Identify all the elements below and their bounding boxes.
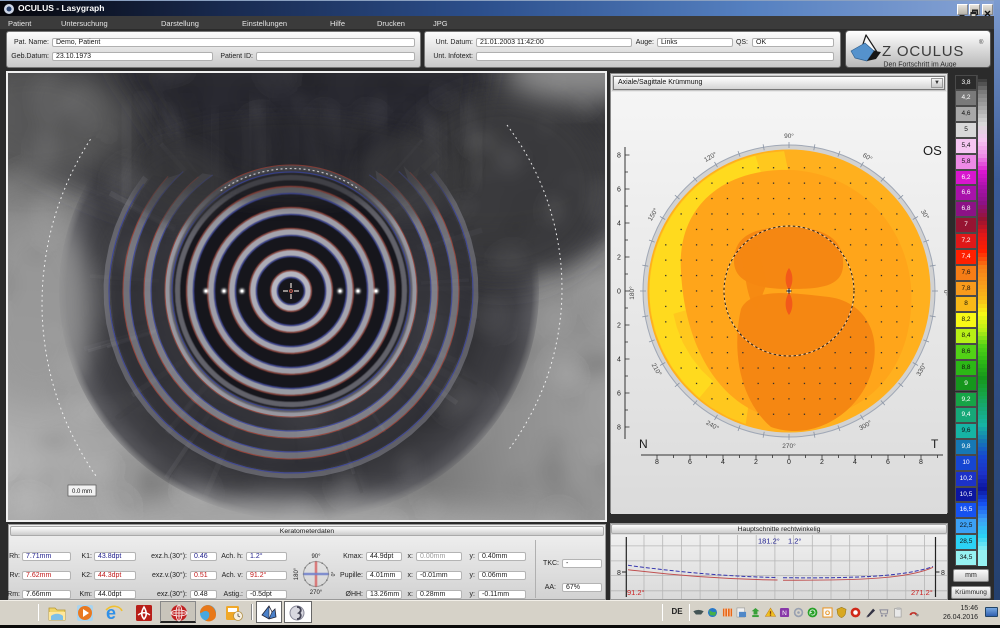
svg-text:2: 2 (617, 323, 621, 330)
svg-text:6: 6 (617, 391, 621, 398)
svg-text:O: O (825, 610, 830, 617)
svg-text:2: 2 (617, 255, 621, 262)
svg-text:0.0 mm: 0.0 mm (72, 489, 92, 495)
svg-text:8: 8 (941, 570, 945, 577)
svg-text:8: 8 (655, 459, 659, 466)
svg-text:8: 8 (617, 570, 621, 577)
svg-text:Z OCULUS: Z OCULUS (882, 43, 964, 60)
svg-text:6: 6 (886, 459, 890, 466)
svg-text:OS: OS (923, 143, 942, 158)
svg-text:8: 8 (919, 459, 923, 466)
svg-text:181.2°: 181.2° (758, 537, 780, 546)
svg-text:4: 4 (721, 459, 725, 466)
svg-text:2: 2 (820, 459, 824, 466)
svg-text:90°: 90° (311, 554, 321, 560)
svg-text:0°: 0° (942, 290, 947, 297)
svg-text:®: ® (979, 39, 984, 46)
svg-text:Den Fortschritt im Auge: Den Fortschritt im Auge (883, 62, 956, 69)
svg-text:8: 8 (617, 425, 621, 432)
svg-text:0: 0 (787, 459, 791, 466)
svg-text:180°: 180° (294, 567, 300, 580)
svg-text:1.2°: 1.2° (788, 537, 801, 546)
svg-text:90°: 90° (784, 132, 794, 140)
svg-text:0: 0 (617, 289, 621, 296)
svg-text:270°: 270° (782, 442, 796, 450)
svg-text:270°: 270° (310, 590, 323, 596)
svg-text:T: T (931, 437, 939, 451)
svg-text:8: 8 (617, 153, 621, 160)
svg-text:91.2°: 91.2° (627, 588, 645, 597)
svg-text:N: N (639, 437, 648, 451)
svg-text:4: 4 (617, 357, 621, 364)
svg-text:6: 6 (617, 187, 621, 194)
svg-text:2: 2 (754, 459, 758, 466)
svg-text:271.2°: 271.2° (911, 588, 933, 597)
svg-text:6: 6 (688, 459, 692, 466)
svg-text:180°: 180° (628, 286, 636, 300)
svg-text:4: 4 (617, 221, 621, 228)
svg-text:0°: 0° (331, 572, 337, 577)
svg-text:4: 4 (853, 459, 857, 466)
svg-text:N: N (782, 610, 787, 617)
